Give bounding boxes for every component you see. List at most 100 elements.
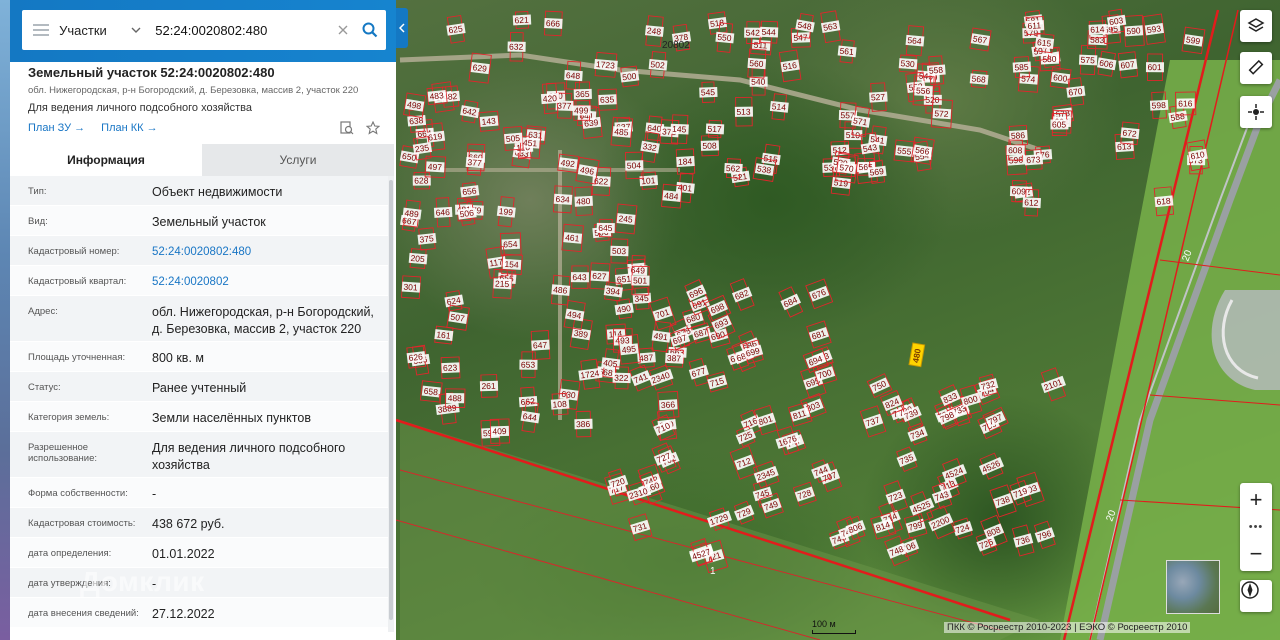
parcel[interactable]: 508 xyxy=(700,135,720,157)
parcel[interactable]: 564 xyxy=(905,25,926,57)
search-button[interactable] xyxy=(355,10,386,50)
clear-button[interactable] xyxy=(331,10,354,50)
cadastral-number-link[interactable]: 52:24:0020802:480 xyxy=(142,236,388,265)
tab-services[interactable]: Услуги xyxy=(202,144,394,176)
parcel[interactable]: 375 xyxy=(417,227,437,251)
parcel[interactable]: 561 xyxy=(837,39,857,64)
search-input[interactable] xyxy=(147,22,332,38)
parcel[interactable]: 606 xyxy=(1096,50,1118,77)
parcel[interactable]: 513 xyxy=(734,96,754,127)
parcel[interactable]: 161 xyxy=(434,325,454,345)
parcel[interactable]: 504 xyxy=(625,151,644,180)
parcel[interactable]: 1723 xyxy=(594,51,619,78)
parcel[interactable]: 461 xyxy=(561,223,584,253)
parcel[interactable]: 245 xyxy=(614,203,638,235)
zoom-more-icon[interactable]: ••• xyxy=(1249,522,1264,533)
parcel[interactable]: 801 xyxy=(753,404,779,436)
parcel[interactable]: 628 xyxy=(412,171,431,190)
parcel[interactable]: 567 xyxy=(969,27,992,52)
parcel[interactable]: 681 xyxy=(806,320,832,349)
minimap[interactable] xyxy=(1166,560,1220,614)
parcel[interactable]: 599 xyxy=(1181,26,1206,55)
parcel[interactable]: 199 xyxy=(496,196,517,228)
parcel[interactable]: 498 xyxy=(403,92,427,119)
parcel[interactable]: 601 xyxy=(1145,53,1165,81)
panel-scrollbar[interactable] xyxy=(388,176,394,632)
ruler-button[interactable] xyxy=(1240,52,1272,84)
parcel[interactable]: 4526 xyxy=(977,452,1007,481)
parcel[interactable]: 507 xyxy=(446,304,470,331)
scrollbar-thumb[interactable] xyxy=(389,180,393,620)
parcel[interactable]: 301 xyxy=(401,275,422,299)
parcel[interactable]: 261 xyxy=(479,374,499,398)
parcel[interactable]: 563 xyxy=(819,10,842,44)
layers-button[interactable] xyxy=(1240,10,1272,42)
parcel[interactable]: 514 xyxy=(769,93,789,121)
parcel[interactable]: 799 xyxy=(903,513,928,539)
plan-kk-link[interactable]: План КК → xyxy=(101,122,157,134)
parcel[interactable]: 666 xyxy=(543,10,563,37)
zoom-out-button[interactable]: − xyxy=(1240,543,1272,565)
parcel[interactable]: 684 xyxy=(777,286,805,318)
parcel[interactable]: 643 xyxy=(570,265,589,289)
parcel[interactable]: 715 xyxy=(706,371,729,393)
parcel[interactable]: 728 xyxy=(792,481,817,507)
parcel[interactable]: 729 xyxy=(732,500,756,525)
search-document-icon[interactable] xyxy=(340,121,354,135)
parcel[interactable]: 625 xyxy=(445,14,467,44)
parcel[interactable]: 2340 xyxy=(647,364,675,391)
parcel[interactable]: 653 xyxy=(519,351,538,378)
zoom-in-button[interactable]: + xyxy=(1240,489,1272,511)
parcel[interactable]: 634 xyxy=(552,185,573,214)
parcel[interactable]: 677 xyxy=(687,357,711,387)
parcel[interactable]: 490 xyxy=(614,298,635,320)
plan-zu-link[interactable]: План ЗУ → xyxy=(28,122,85,134)
parcel[interactable]: 676 xyxy=(805,278,834,310)
parcel[interactable]: 555 xyxy=(893,139,916,163)
cadastral-quarter-link[interactable]: 52:24:0020802 xyxy=(142,266,388,295)
parcel[interactable]: 1724 xyxy=(577,358,603,390)
selected-parcel[interactable]: 480 xyxy=(908,342,926,368)
parcel[interactable]: 2101 xyxy=(1038,366,1070,402)
parcel[interactable]: 748 xyxy=(884,535,910,567)
parcel[interactable]: 496 xyxy=(575,156,600,185)
parcel[interactable]: 635 xyxy=(597,88,618,111)
parcel[interactable]: 724 xyxy=(952,517,974,540)
parcel[interactable]: 590 xyxy=(1123,14,1145,47)
parcel[interactable]: 568 xyxy=(969,69,989,89)
parcel[interactable]: 654 xyxy=(499,232,522,256)
parcel[interactable]: 710 xyxy=(651,414,676,442)
tab-info[interactable]: Информация xyxy=(10,144,202,176)
parcel[interactable]: 727 xyxy=(651,442,677,473)
locate-button[interactable] xyxy=(1240,96,1272,128)
parcel[interactable]: 736 xyxy=(1011,524,1036,557)
parcel[interactable]: 735 xyxy=(895,446,919,472)
parcel[interactable]: 497 xyxy=(424,155,447,179)
parcel[interactable]: 545 xyxy=(699,81,718,103)
parcel[interactable]: 600 xyxy=(1049,67,1072,90)
parcel[interactable]: 205 xyxy=(408,248,428,269)
parcel[interactable]: 519 xyxy=(830,170,853,196)
menu-button[interactable] xyxy=(22,10,59,50)
parcel[interactable]: 607 xyxy=(1117,51,1139,79)
parcel[interactable]: 366 xyxy=(657,390,680,419)
parcel[interactable]: 101 xyxy=(639,171,659,190)
parcel[interactable]: 389 xyxy=(569,317,593,350)
compass-button[interactable] xyxy=(1240,580,1272,612)
parcel[interactable]: 621 xyxy=(512,11,532,30)
parcel[interactable]: 480 xyxy=(574,186,593,217)
parcel[interactable]: 682 xyxy=(729,278,756,311)
parcel[interactable]: 503 xyxy=(610,238,629,264)
parcel[interactable]: 623 xyxy=(440,356,461,380)
parcel[interactable]: 386 xyxy=(574,410,593,438)
parcel[interactable]: 322 xyxy=(612,366,631,390)
parcel[interactable]: 642 xyxy=(459,99,480,124)
parcel[interactable]: 491 xyxy=(650,320,672,353)
parcel[interactable]: 624 xyxy=(444,290,465,312)
parcel[interactable]: 796 xyxy=(1032,520,1057,550)
parcel[interactable]: 560 xyxy=(747,48,767,79)
parcel[interactable]: 527 xyxy=(869,82,889,112)
parcel[interactable]: 737 xyxy=(859,405,887,438)
parcel[interactable]: 575 xyxy=(1078,44,1098,76)
parcel[interactable]: 593 xyxy=(1142,13,1166,45)
